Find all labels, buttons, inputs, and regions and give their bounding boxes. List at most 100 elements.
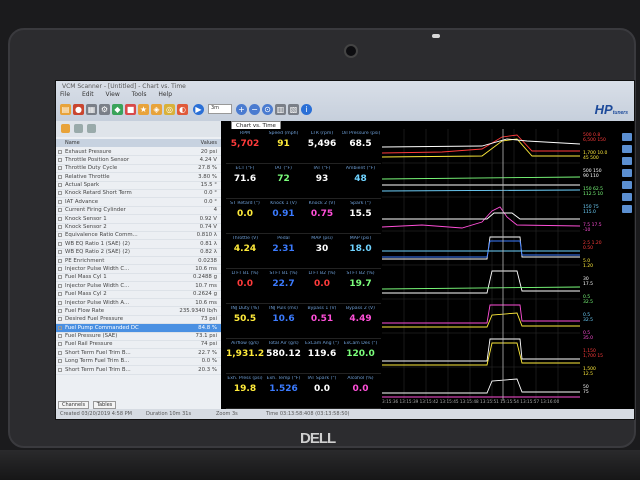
values-column-header[interactable]: Values bbox=[201, 140, 217, 146]
channel-checkbox[interactable] bbox=[58, 149, 62, 154]
channel-row[interactable]: Throttle Duty Cycle 27.8 % bbox=[56, 165, 221, 174]
channel-checkbox[interactable] bbox=[58, 342, 62, 347]
menu-edit[interactable]: Edit bbox=[82, 91, 94, 98]
channel-row[interactable]: Relative Throttle 3.80 % bbox=[56, 173, 221, 182]
side-button-5[interactable] bbox=[622, 181, 632, 189]
side-button-3[interactable] bbox=[622, 157, 632, 165]
chart-config-icon[interactable]: ▧ bbox=[288, 104, 299, 115]
gauge-cell[interactable]: Exh. Temp (°F) 1.526 bbox=[265, 374, 303, 408]
channel-checkbox[interactable] bbox=[58, 174, 62, 179]
name-column-header[interactable]: Name bbox=[65, 140, 80, 146]
channel-row[interactable]: Fuel Mass Cyl 2 0.2624 g bbox=[56, 291, 221, 300]
gauge-cell[interactable]: INJ Puls (ms) 10.6 bbox=[265, 304, 303, 338]
menu-help[interactable]: Help bbox=[158, 91, 172, 98]
channel-checkbox[interactable] bbox=[58, 367, 62, 372]
gauge-cell[interactable]: IAT (°F) 72 bbox=[265, 164, 303, 198]
channel-checkbox[interactable] bbox=[58, 233, 62, 238]
menu-view[interactable]: View bbox=[106, 91, 120, 98]
channel-row[interactable]: WB EQ Ratio 2 (SAE) (2) 0.82 λ bbox=[56, 249, 221, 258]
gauge-cell[interactable]: Throttle (V) 4.24 bbox=[226, 234, 264, 268]
channel-checkbox[interactable] bbox=[58, 308, 62, 313]
channel-checkbox[interactable] bbox=[58, 216, 62, 221]
channel-checkbox[interactable] bbox=[58, 359, 62, 364]
channel-row[interactable]: Exhaust Pressure 20 psi bbox=[56, 148, 221, 157]
channel-row[interactable]: Fuel Pressure (SAE) 73.1 psi bbox=[56, 333, 221, 341]
gauge-cell[interactable]: Knock 1 (V) 0.91 bbox=[265, 199, 303, 233]
zoom-select[interactable]: 3m bbox=[208, 104, 232, 114]
gauge-cell[interactable]: Bypass 2 (V) 4.49 bbox=[342, 304, 380, 338]
gauge-cell[interactable]: Total Air (g/s) 580.12 bbox=[265, 339, 303, 373]
gauge-cell[interactable]: Ambient (°F) 48 bbox=[342, 164, 380, 198]
stop-icon[interactable]: ■ bbox=[125, 104, 136, 115]
channel-checkbox[interactable] bbox=[58, 325, 62, 330]
alert-icon[interactable]: ◐ bbox=[177, 104, 188, 115]
channel-checkbox[interactable] bbox=[58, 225, 62, 230]
gauge-cell[interactable]: Bypass 1 (V) 0.51 bbox=[303, 304, 341, 338]
time-chart[interactable] bbox=[381, 129, 581, 401]
side-button-6[interactable] bbox=[622, 193, 632, 201]
zoom-in-icon[interactable]: + bbox=[236, 104, 247, 115]
side-button-2[interactable] bbox=[622, 145, 632, 153]
gauge-cell[interactable]: Airflow (g/s) 1,931.2 bbox=[226, 339, 264, 373]
gauge-cell[interactable]: IAT (°F) 93 bbox=[303, 164, 341, 198]
channel-row[interactable]: PE Enrichment 0.0238 bbox=[56, 257, 221, 266]
channel-row[interactable]: Equivalence Ratio Comm... 0.810 λ bbox=[56, 232, 221, 241]
gauge-cell[interactable]: Exh. Press (psi) 19.8 bbox=[226, 374, 264, 408]
channel-row[interactable]: Knock Sensor 2 0.74 V bbox=[56, 224, 221, 232]
scan-icon[interactable]: ◆ bbox=[112, 104, 123, 115]
gauge-cell[interactable]: LTFT B2 (%) 0.0 bbox=[303, 269, 341, 303]
channel-checkbox[interactable] bbox=[58, 241, 62, 246]
graph-icon[interactable]: ◎ bbox=[164, 104, 175, 115]
channel-row[interactable]: Fuel Pump Commanded DC 84.8 % bbox=[56, 324, 221, 333]
gauge-cell[interactable]: RPM 5,702 bbox=[226, 129, 264, 163]
gauge-cell[interactable]: Spark (°) 15.5 bbox=[342, 199, 380, 233]
settings-icon[interactable]: ◈ bbox=[151, 104, 162, 115]
gauge-cell[interactable]: Alcohol (%) 0.0 bbox=[342, 374, 380, 408]
gauge-cell[interactable]: INJ Duty (%) 50.5 bbox=[226, 304, 264, 338]
channel-row[interactable]: Actual Spark 15.5 ° bbox=[56, 182, 221, 190]
channel-row[interactable]: Knock Sensor 1 0.92 V bbox=[56, 215, 221, 224]
edit-channel-icon[interactable] bbox=[74, 124, 83, 133]
bookmark-icon[interactable]: ★ bbox=[138, 104, 149, 115]
channel-checkbox[interactable] bbox=[58, 300, 62, 305]
zoom-out-icon[interactable]: − bbox=[249, 104, 260, 115]
channel-checkbox[interactable] bbox=[58, 157, 62, 162]
side-button-7[interactable] bbox=[622, 205, 632, 213]
layout-icon[interactable]: ▥ bbox=[275, 104, 286, 115]
channel-checkbox[interactable] bbox=[58, 292, 62, 297]
gauge-cell[interactable]: Pedal 2.31 bbox=[265, 234, 303, 268]
side-button-4[interactable] bbox=[622, 169, 632, 177]
channel-row[interactable]: IAT Advance 0.0 ° bbox=[56, 198, 221, 207]
channel-checkbox[interactable] bbox=[58, 199, 62, 204]
menu-file[interactable]: File bbox=[60, 91, 70, 98]
zoom-fit-icon[interactable]: ⊙ bbox=[262, 104, 273, 115]
gauge-cell[interactable]: Oil Pressure (psi) 68.5 bbox=[342, 129, 380, 163]
tab-tables[interactable]: Tables bbox=[92, 401, 117, 409]
channel-row[interactable]: Knock Retard Short Term 0.0 ° bbox=[56, 190, 221, 199]
channel-row[interactable]: Injector Pulse Width C... 10.7 ms bbox=[56, 282, 221, 291]
channel-checkbox[interactable] bbox=[58, 166, 62, 171]
channel-checkbox[interactable] bbox=[58, 317, 62, 322]
menu-tools[interactable]: Tools bbox=[132, 91, 147, 98]
channel-checkbox[interactable] bbox=[58, 258, 62, 263]
gauge-cell[interactable]: MAP (psi) 30 bbox=[303, 234, 341, 268]
channel-row[interactable]: Short Term Fuel Trim B... 22.7 % bbox=[56, 349, 221, 358]
channel-row[interactable]: Fuel Rail Pressure 74 psi bbox=[56, 341, 221, 350]
channel-checkbox[interactable] bbox=[58, 250, 62, 255]
channel-checkbox[interactable] bbox=[58, 275, 62, 280]
channel-row[interactable]: Fuel Flow Rate 235.9340 lb/h bbox=[56, 307, 221, 316]
play-icon[interactable]: ▶ bbox=[193, 104, 204, 115]
channel-checkbox[interactable] bbox=[58, 350, 62, 355]
gauge-cell[interactable]: IAT Spark (°) 0.0 bbox=[303, 374, 341, 408]
gauge-cell[interactable]: ExCam Ang (°) 119.6 bbox=[303, 339, 341, 373]
channel-checkbox[interactable] bbox=[58, 334, 62, 339]
channel-row[interactable]: WB EQ Ratio 1 (SAE) (2) 0.81 λ bbox=[56, 240, 221, 249]
gauge-cell[interactable]: ExCam Des (°) 120.0 bbox=[342, 339, 380, 373]
channel-row[interactable]: Current Firing Cylinder 4 bbox=[56, 207, 221, 216]
info-icon[interactable]: i bbox=[301, 104, 312, 115]
side-button-1[interactable] bbox=[622, 133, 632, 141]
gauge-cell[interactable]: STFT B1 (%) 22.7 bbox=[265, 269, 303, 303]
channel-checkbox[interactable] bbox=[58, 183, 62, 188]
gauge-cell[interactable]: LTR (rpm) 5,496 bbox=[303, 129, 341, 163]
gauge-cell[interactable]: MAP (psi) 18.0 bbox=[342, 234, 380, 268]
